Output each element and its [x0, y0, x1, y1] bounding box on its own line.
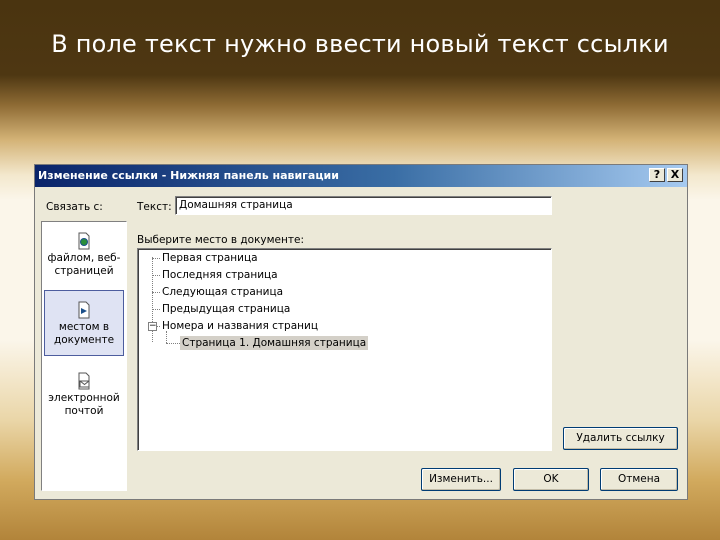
- tree-item[interactable]: Последняя страница: [160, 268, 280, 282]
- link-text-input[interactable]: Домашняя страница: [175, 196, 552, 215]
- cancel-button[interactable]: Отмена: [600, 468, 678, 491]
- tree-item[interactable]: Следующая страница: [160, 285, 285, 299]
- sidebar-item-document-place[interactable]: местом в документе: [44, 290, 124, 356]
- place-label: Выберите место в документе:: [137, 234, 304, 246]
- document-place-tree[interactable]: Первая страница Последняя страница Следу…: [137, 248, 552, 451]
- ok-button[interactable]: OK: [513, 468, 589, 491]
- change-button[interactable]: Изменить...: [421, 468, 501, 491]
- link-to-sidebar: файлом, веб-страницей местом в документе…: [41, 221, 127, 491]
- link-to-label: Связать с:: [46, 201, 103, 213]
- document-place-icon: [78, 301, 90, 319]
- tree-item[interactable]: Первая страница: [160, 251, 260, 265]
- sidebar-item-email[interactable]: электронной почтой: [44, 372, 124, 418]
- sidebar-item-web-page[interactable]: файлом, веб-страницей: [44, 232, 124, 278]
- email-icon: [78, 372, 90, 390]
- dialog-title: Изменение ссылки - Нижняя панель навигац…: [38, 169, 339, 182]
- dialog-titlebar[interactable]: Изменение ссылки - Нижняя панель навигац…: [35, 165, 687, 187]
- edit-link-dialog: Изменение ссылки - Нижняя панель навигац…: [34, 164, 688, 500]
- tree-item-selected[interactable]: Страница 1. Домашняя страница: [180, 336, 369, 350]
- tree-item[interactable]: Предыдущая страница: [160, 302, 292, 316]
- sidebar-item-label: файлом, веб-страницей: [47, 252, 121, 277]
- slide-title: В поле текст нужно ввести новый текст сс…: [51, 30, 669, 58]
- sidebar-item-label: электронной почтой: [48, 392, 120, 417]
- tree-group-pages[interactable]: Номера и названия страниц: [160, 319, 320, 333]
- remove-link-button[interactable]: Удалить ссылку: [563, 427, 678, 450]
- help-button[interactable]: ?: [649, 168, 665, 182]
- sidebar-item-label: местом в документе: [53, 321, 115, 346]
- web-page-icon: [78, 232, 90, 250]
- text-label: Текст:: [137, 201, 172, 213]
- close-button[interactable]: X: [667, 168, 683, 182]
- collapse-expander-icon[interactable]: −: [148, 322, 157, 331]
